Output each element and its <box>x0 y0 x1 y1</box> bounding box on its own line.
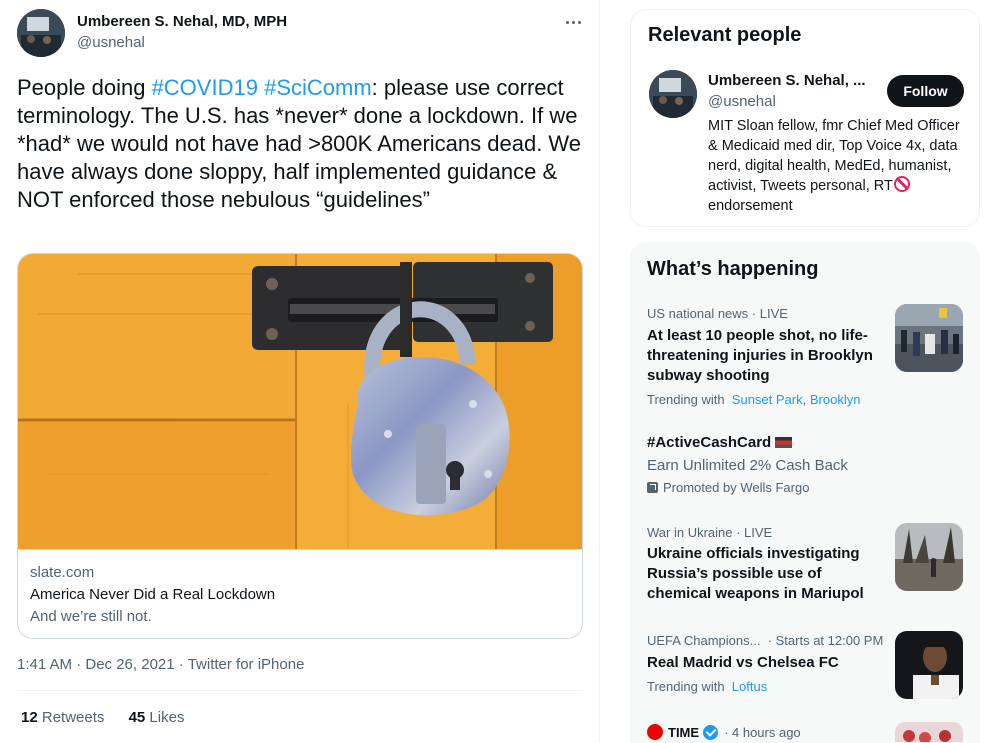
author-handle[interactable]: @usnehal <box>77 34 145 51</box>
meta-separator: · <box>178 656 188 673</box>
trend-headline: At least 10 people shot, no life-threate… <box>647 327 873 384</box>
link-card[interactable]: slate.com America Never Did a Real Lockd… <box>17 253 583 639</box>
promoted-label: Promoted by Wells Fargo <box>647 480 809 495</box>
trend-time: · 4 hours ago <box>724 725 801 740</box>
trend-thumbnail <box>895 304 963 372</box>
card-image-padlock <box>18 254 582 550</box>
retweets-label: Retweets <box>41 709 105 726</box>
bio-text: endorsement <box>708 198 793 214</box>
verified-badge-icon <box>703 725 719 740</box>
divider <box>17 690 583 691</box>
tweet-text: People doing #COVID19 #SciComm: please u… <box>17 74 587 214</box>
trend-thumbnail <box>895 631 963 699</box>
likes-count: 45 <box>128 709 146 726</box>
person-handle[interactable]: @usnehal <box>708 93 776 110</box>
trending-with-label: Trending with <box>647 392 725 407</box>
card-description: And we’re still not. <box>30 608 152 625</box>
trend-item[interactable]: War in Ukraine · LIVE Ukraine officials … <box>630 522 980 612</box>
follow-button[interactable]: Follow <box>887 75 964 107</box>
trend-source-name: TIME <box>668 725 700 740</box>
person-bio: MIT Sloan fellow, fmr Chief Med Officer … <box>708 116 970 216</box>
promoted-text: Promoted by Wells Fargo <box>663 480 810 495</box>
whats-happening-panel: What’s happening US national news · LIVE… <box>630 242 980 743</box>
card-title: America Never Did a Real Lockdown <box>30 586 276 603</box>
tweet-stats: 12 Retweets 45 Likes <box>21 709 204 726</box>
tweet-source[interactable]: Twitter for iPhone <box>188 656 305 673</box>
tweet-text-part: People doing <box>17 75 152 100</box>
retweets-count: 12 <box>21 709 38 726</box>
relevant-people-panel: Relevant people Umbereen S. Nehal, ... @… <box>630 9 980 227</box>
promoted-trend-item[interactable]: #ActiveCashCard Earn Unlimited 2% Cash B… <box>630 432 980 502</box>
promoted-icon <box>647 482 658 493</box>
tweet-timestamp[interactable]: 1:41 AM · Dec 26, 2021 <box>17 656 175 673</box>
trend-source: TIME · 4 hours ago <box>647 724 801 740</box>
no-entry-icon <box>893 176 910 192</box>
retweets-stat[interactable]: 12 Retweets <box>21 709 104 726</box>
hashtag-scicomm[interactable]: #SciComm <box>264 75 372 100</box>
trend-item[interactable]: TIME · 4 hours ago <box>630 722 980 743</box>
card-domain: slate.com <box>30 564 95 581</box>
trend-link-sunset-park[interactable]: Sunset Park <box>732 392 803 407</box>
trend-context: US national news · LIVE <box>647 306 788 321</box>
trend-headline: #ActiveCashCard <box>647 433 882 453</box>
trend-trending-with: Trending with Sunset Park, Brooklyn <box>647 392 860 407</box>
trend-start-time: · Starts at 12:00 PM <box>767 633 884 648</box>
tweet-detail: Umbereen S. Nehal, MD, MPH @usnehal Peop… <box>0 0 600 743</box>
author-name[interactable]: Umbereen S. Nehal, MD, MPH <box>77 13 287 30</box>
more-options-icon[interactable] <box>560 12 586 32</box>
trend-link-separator: , <box>802 392 810 407</box>
trending-with-label: Trending with <box>647 679 725 694</box>
person-avatar[interactable] <box>649 70 697 118</box>
likes-stat[interactable]: 45 Likes <box>129 709 185 726</box>
trend-hashtag: #ActiveCashCard <box>647 434 772 451</box>
tweet-meta: 1:41 AM · Dec 26, 2021 · Twitter for iPh… <box>17 656 304 673</box>
bio-text: MIT Sloan fellow, fmr Chief Med Officer … <box>708 118 960 194</box>
trend-headline: Ukraine officials investigating Russia’s… <box>647 545 864 602</box>
author-avatar[interactable] <box>17 9 65 57</box>
likes-label: Likes <box>149 709 185 726</box>
trend-category: UEFA Champions... <box>647 633 761 648</box>
trend-thumbnail <box>895 523 963 591</box>
whats-happening-title: What’s happening <box>647 258 819 280</box>
trend-thumbnail <box>895 722 963 742</box>
time-logo-icon <box>647 724 663 740</box>
trend-item[interactable]: UEFA Champions... · Starts at 12:00 PM R… <box>630 631 980 711</box>
trend-context: UEFA Champions... · Starts at 12:00 PM <box>647 633 883 648</box>
card-emoji-icon <box>775 437 793 448</box>
trend-subtitle: Earn Unlimited 2% Cash Back <box>647 457 848 474</box>
trend-item[interactable]: US national news · LIVE At least 10 peop… <box>630 302 980 412</box>
trend-link-brooklyn[interactable]: Brooklyn <box>810 392 861 407</box>
trend-context: War in Ukraine · LIVE <box>647 525 773 540</box>
hashtag-covid19[interactable]: #COVID19 <box>152 75 258 100</box>
trend-trending-with: Trending with Loftus <box>647 679 767 694</box>
trend-headline: Real Madrid vs Chelsea FC <box>647 654 839 671</box>
person-name[interactable]: Umbereen S. Nehal, ... <box>708 72 878 89</box>
relevant-people-title: Relevant people <box>648 24 802 46</box>
trend-link-loftus[interactable]: Loftus <box>732 679 767 694</box>
